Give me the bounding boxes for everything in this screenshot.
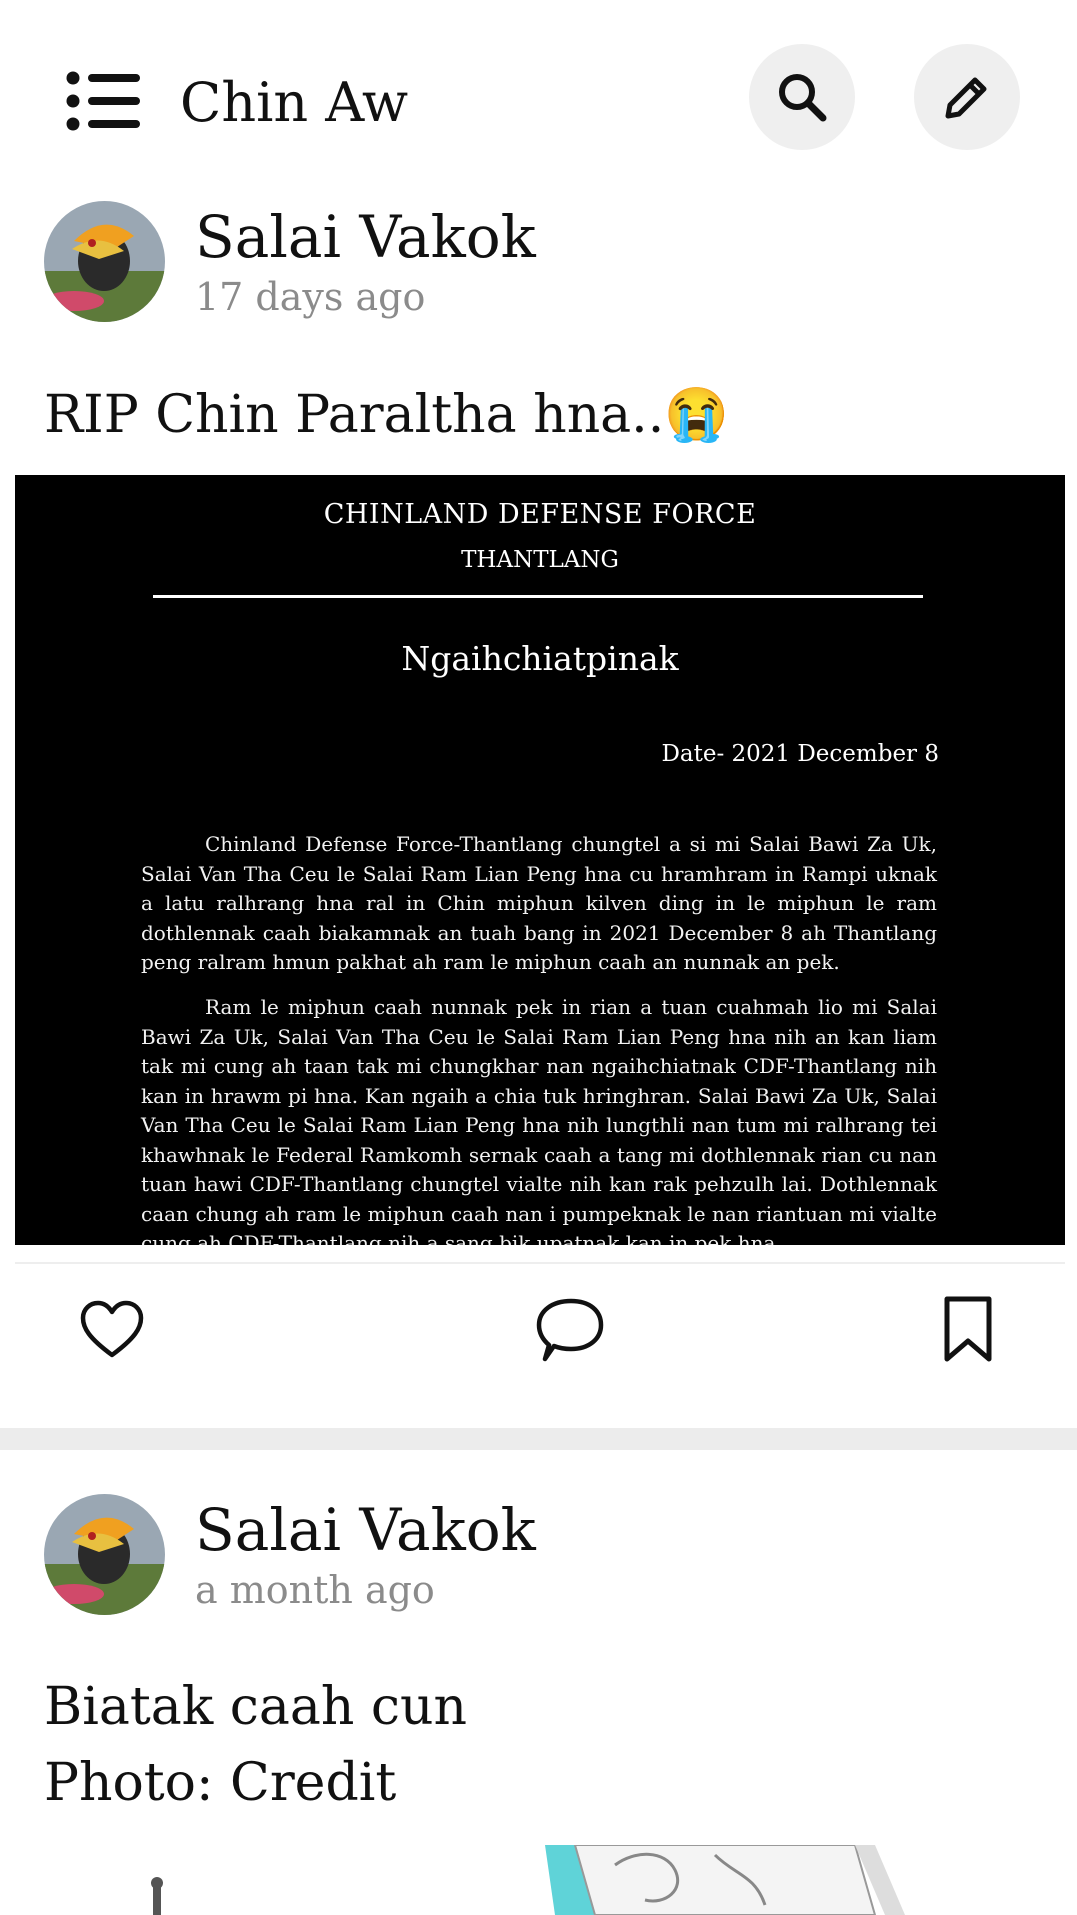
post-text: Photo: Credit bbox=[44, 1753, 397, 1813]
author-name[interactable]: Salai Vakok bbox=[195, 202, 536, 272]
post-separator bbox=[0, 1428, 1077, 1450]
compose-button[interactable] bbox=[914, 44, 1020, 150]
post-image[interactable] bbox=[15, 1845, 1065, 1915]
menu-button[interactable] bbox=[66, 70, 140, 132]
doc-divider bbox=[153, 595, 923, 598]
search-button[interactable] bbox=[749, 44, 855, 150]
comment-button[interactable] bbox=[530, 1290, 610, 1370]
heart-icon bbox=[80, 1300, 144, 1358]
top-app-bar: Chin Aw bbox=[0, 0, 1077, 190]
post-image[interactable]: CHINLAND DEFENSE FORCE THANTLANG Ngaihch… bbox=[15, 475, 1065, 1245]
post-text: RIP Chin Paraltha hna..😭 bbox=[44, 385, 729, 445]
author-name[interactable]: Salai Vakok bbox=[195, 1495, 536, 1565]
doc-paragraph: Ram le miphun caah nunnak pek in rian a … bbox=[141, 995, 937, 1245]
pencil-icon bbox=[945, 77, 987, 119]
like-button[interactable] bbox=[72, 1290, 152, 1370]
divider bbox=[15, 1262, 1065, 1264]
post-timestamp: a month ago bbox=[195, 1568, 435, 1612]
doc-date: Date- 2021 December 8 bbox=[661, 741, 939, 767]
doc-title: Ngaihchiatpinak bbox=[401, 639, 679, 678]
bookmark-button[interactable] bbox=[928, 1290, 1008, 1370]
avatar[interactable] bbox=[44, 1494, 165, 1615]
doc-unit: THANTLANG bbox=[461, 547, 619, 573]
avatar[interactable] bbox=[44, 201, 165, 322]
bookmark-icon bbox=[944, 1296, 992, 1362]
search-icon bbox=[779, 74, 827, 122]
app-title: Chin Aw bbox=[180, 71, 409, 134]
menu-list-icon bbox=[66, 71, 140, 131]
post-timestamp: 17 days ago bbox=[195, 275, 426, 319]
doc-org: CHINLAND DEFENSE FORCE bbox=[323, 499, 757, 530]
comment-icon bbox=[536, 1298, 604, 1362]
post-text: Biatak caah cun bbox=[44, 1677, 468, 1737]
doc-paragraph: Chinland Defense Force-Thantlang chungte… bbox=[141, 832, 937, 974]
